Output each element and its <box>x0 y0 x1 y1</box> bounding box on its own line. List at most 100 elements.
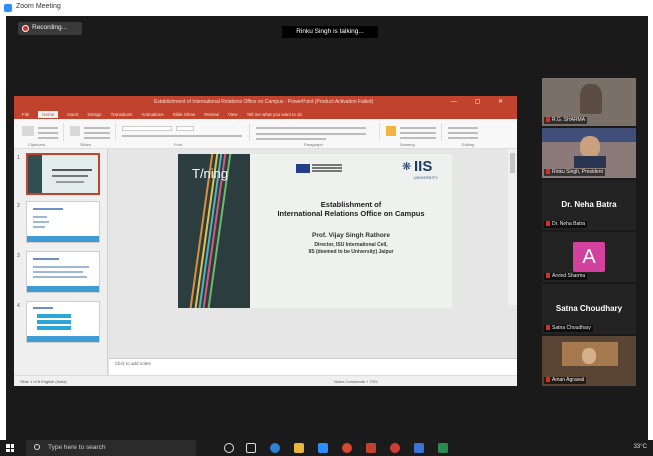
thumb-number: 1 <box>17 155 20 161</box>
participant-tile[interactable]: Satna Choudhary Satna Choudhary <box>542 284 636 334</box>
slide-title-line2: International Relations Office on Campus <box>277 209 425 218</box>
tell-me-box[interactable]: Tell me what you want to do <box>247 112 303 117</box>
ribbon-slides[interactable] <box>66 123 116 141</box>
notes-placeholder: Click to add notes <box>115 361 151 366</box>
excel-icon[interactable] <box>438 443 448 453</box>
ribbon-paragraph[interactable] <box>252 123 380 141</box>
presenter-org: IIS (deemed to be University) Jaipur <box>308 249 394 255</box>
participant-display-name: Satna Choudhary <box>555 304 623 313</box>
slide-thumbnail[interactable] <box>26 201 100 243</box>
ppt-ribbon-tabs: File Home Insert Design Transitions Anim… <box>14 109 517 119</box>
mic-muted-icon <box>546 325 550 331</box>
file-explorer-icon[interactable] <box>294 443 304 453</box>
powerpoint-icon[interactable] <box>366 443 376 453</box>
mic-muted-icon <box>546 377 550 383</box>
brand-logo-text: T/ning <box>192 166 229 181</box>
slide-title-line1: Establishment of <box>320 200 382 209</box>
zoom-taskbar-icon[interactable] <box>318 443 328 453</box>
search-placeholder: Type here to search <box>48 444 106 451</box>
chrome-icon[interactable] <box>342 443 352 453</box>
tab-home[interactable]: Home <box>38 110 59 118</box>
group-paragraph: Paragraph <box>304 142 323 147</box>
participant-name: Rinku Singh, President <box>544 169 605 176</box>
participant-tile[interactable]: R.G. SHARMA <box>542 78 636 126</box>
tab-animations[interactable]: Animations <box>141 112 163 117</box>
slide-thumbnail[interactable] <box>26 301 100 343</box>
presenter-name: Prof. Vijay Singh Rathore <box>312 232 390 239</box>
group-clipboard: Clipboard <box>28 142 46 147</box>
participant-tile[interactable]: Dr. Neha Batra Dr. Neha Batra <box>542 180 636 230</box>
ribbon-drawing[interactable] <box>382 123 442 141</box>
record-icon <box>22 25 29 32</box>
presenter-role: Director, ISU International Cell, <box>314 242 388 248</box>
ribbon-editing[interactable] <box>444 123 504 141</box>
status-view-controls[interactable]: Notes Comments + 73% <box>334 379 377 384</box>
slide-thumbnail-pane: 1 2 3 4 <box>14 149 108 375</box>
tab-slide-show[interactable]: Slide Show <box>173 112 196 117</box>
iis-logo: IIS <box>414 158 433 175</box>
current-slide[interactable]: T/ning ❋ IIS UNIVERSITY Establishment of… <box>178 154 452 308</box>
participant-avatar: A <box>573 242 605 272</box>
group-font: Font <box>174 142 183 147</box>
slide-thumbnail[interactable] <box>26 251 100 293</box>
recording-label: Recording... <box>32 24 68 31</box>
taskbar-search-box[interactable]: Type here to search <box>26 440 196 456</box>
search-icon <box>34 444 40 450</box>
mic-muted-icon <box>546 169 550 175</box>
thumb-number: 3 <box>17 253 20 259</box>
group-editing: Editing <box>462 142 475 147</box>
task-view-icon[interactable] <box>246 443 256 453</box>
tab-review[interactable]: Review <box>204 112 219 117</box>
ppt-title-bar: Establishment of International Relations… <box>14 96 517 109</box>
ppt-window-controls[interactable]: — ▢ ✕ <box>451 98 511 105</box>
eu-flag-icon <box>296 164 310 173</box>
window-title: Zoom Meeting <box>16 3 61 10</box>
notes-pane[interactable]: Click to add notes <box>109 358 517 375</box>
participant-display-name: Dr. Neha Batra <box>561 200 617 209</box>
participant-tile[interactable]: Aman Agrawal <box>542 336 636 386</box>
ppt-ribbon: Clipboard Slides Font Paragraph Drawing … <box>14 119 517 149</box>
talking-banner: Rinku Singh is talking... <box>282 26 378 38</box>
participant-name: Arvind Sharma <box>544 273 588 280</box>
ppt-document-title: Establishment of International Relations… <box>154 99 374 105</box>
edge-icon[interactable] <box>270 443 280 453</box>
participant-tile[interactable]: Rinku Singh, President <box>542 128 636 178</box>
shared-powerpoint-window: Establishment of International Relations… <box>14 96 517 386</box>
scrollbar-thumb[interactable] <box>510 153 515 173</box>
mic-muted-icon <box>546 221 550 227</box>
zoom-title-bar: Zoom Meeting <box>0 0 653 16</box>
tab-view[interactable]: View <box>228 112 238 117</box>
system-tray-weather[interactable]: 33°C <box>634 444 647 450</box>
word-icon[interactable] <box>414 443 424 453</box>
recording-indicator[interactable]: Recording... <box>18 22 82 35</box>
ribbon-font[interactable] <box>118 123 250 141</box>
participant-name: Satna Choudhary <box>544 325 593 332</box>
mic-muted-icon <box>546 117 550 123</box>
iis-logo-subtitle: UNIVERSITY <box>414 176 439 180</box>
group-drawing: Drawing <box>400 142 415 147</box>
ppt-status-bar: Slide 1 of 8 English (India) Notes Comme… <box>14 375 517 386</box>
slide-vertical-scrollbar[interactable] <box>508 149 517 305</box>
status-slide-info: Slide 1 of 8 English (India) <box>20 379 67 384</box>
slide-decorative-band: T/ning <box>178 154 250 308</box>
participant-name: Dr. Neha Batra <box>544 221 588 228</box>
participant-name: Aman Agrawal <box>544 377 587 384</box>
tab-file[interactable]: File <box>22 112 29 117</box>
windows-taskbar: Type here to search 33°C <box>0 440 653 456</box>
group-slides: Slides <box>80 142 91 147</box>
iis-emblem-icon: ❋ <box>402 161 412 173</box>
thumb-number: 4 <box>17 303 20 309</box>
eu-funding-text <box>312 164 342 173</box>
tab-design[interactable]: Design <box>88 112 102 117</box>
meeting-stage: Recording... Rinku Singh is talking... E… <box>6 16 648 440</box>
participant-tile[interactable]: A Arvind Sharma <box>542 232 636 282</box>
tab-transitions[interactable]: Transitions <box>111 112 133 117</box>
tab-insert[interactable]: Insert <box>67 112 78 117</box>
cortana-icon[interactable] <box>224 443 234 453</box>
thumb-number: 2 <box>17 203 20 209</box>
slide-thumbnail[interactable] <box>26 153 100 195</box>
app-icon[interactable] <box>390 443 400 453</box>
windows-start-icon[interactable] <box>6 444 14 452</box>
ribbon-clipboard[interactable] <box>18 123 64 141</box>
zoom-app-icon <box>4 4 12 12</box>
